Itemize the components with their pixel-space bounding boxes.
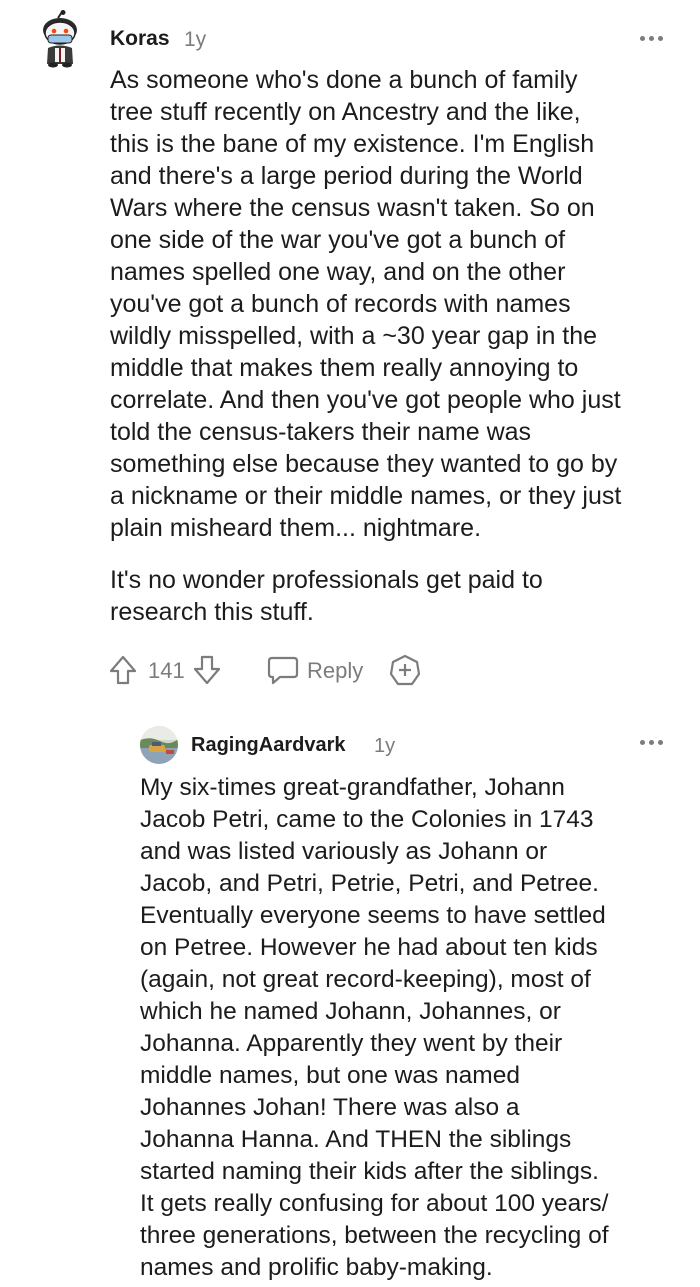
- text-line: Wars where the census wasn't taken. So o…: [110, 194, 595, 222]
- text-line: on Petree. However he had about ten kids: [140, 934, 598, 961]
- text-line: It gets really confusing for about 100 y…: [140, 1190, 609, 1217]
- text-line: names spelled one way, and on the other: [110, 258, 566, 286]
- text-line: Jacob Petri, came to the Colonies in 174…: [140, 806, 594, 833]
- downvote-icon[interactable]: [192, 654, 222, 686]
- snoo-avatar-icon: [43, 10, 77, 68]
- comment-paragraph-2: It's no wonder professionals get paid to…: [110, 564, 543, 628]
- text-line: names and prolific baby-making.: [140, 1254, 493, 1281]
- username[interactable]: Koras: [110, 27, 170, 51]
- avatar-photo-icon: [140, 726, 178, 764]
- text-line: Jacob, and Petri, Petrie, Petri, and Pet…: [140, 870, 599, 897]
- reply-button[interactable]: Reply: [307, 658, 363, 684]
- username[interactable]: RagingAardvark: [191, 734, 346, 757]
- text-line: It's no wonder professionals get paid to: [110, 566, 543, 594]
- award-icon[interactable]: [388, 653, 422, 687]
- comment-paragraph-1: As someone who's done a bunch of family …: [110, 64, 621, 544]
- comment-age: 1y: [374, 735, 396, 757]
- reply-icon[interactable]: [266, 655, 300, 685]
- comment-age: 1y: [184, 28, 207, 51]
- text-line: which he named Johann, Johannes, or: [140, 998, 561, 1025]
- avatar[interactable]: [38, 10, 82, 68]
- text-line: (again, not great record-keeping), most …: [140, 966, 591, 993]
- text-line: wildly misspelled, with a ~30 year gap i…: [110, 322, 598, 350]
- avatar[interactable]: [140, 726, 178, 764]
- text-line: plain misheard them... nightmare.: [110, 514, 482, 542]
- text-line: Johanna. Apparently they went by their: [140, 1030, 563, 1057]
- text-line: correlate. And then you've got people wh…: [110, 386, 621, 414]
- vote-count: 141: [148, 658, 185, 683]
- text-line: a nickname or their middle names, or the…: [110, 482, 622, 510]
- text-line: tree stuff recently on Ancestry and the …: [110, 98, 581, 126]
- text-line: you've got a bunch of records with names: [110, 290, 571, 318]
- text-line: research this stuff.: [110, 598, 314, 626]
- text-line: middle that makes them really annoying t…: [110, 354, 579, 382]
- thread-line[interactable]: [108, 708, 110, 1287]
- text-line: My six-times great-grandfather, Johann: [140, 774, 565, 801]
- upvote-icon[interactable]: [108, 654, 138, 686]
- more-options-icon[interactable]: [640, 33, 666, 43]
- text-line: middle names, but one was named: [140, 1062, 520, 1089]
- text-line: As someone who's done a bunch of family: [110, 66, 578, 94]
- text-line: Johannes Johan! There was also a: [140, 1094, 520, 1121]
- more-options-icon[interactable]: [640, 737, 666, 747]
- text-line: three generations, between the recycling…: [140, 1222, 609, 1249]
- text-line: something else because they wanted to go…: [110, 450, 618, 478]
- text-line: told the census-takers their name was: [110, 418, 532, 446]
- text-line: Eventually everyone seems to have settle…: [140, 902, 606, 929]
- text-line: one side of the war you've got a bunch o…: [110, 226, 566, 254]
- text-line: and there's a large period during the Wo…: [110, 162, 583, 190]
- text-line: this is the bane of my existence. I'm En…: [110, 130, 595, 158]
- text-line: Johanna Hanna. And THEN the siblings: [140, 1126, 572, 1153]
- text-line: and was listed variously as Johann or: [140, 838, 548, 865]
- text-line: started naming their kids after the sibl…: [140, 1158, 599, 1185]
- comment-actions: 141 Reply: [108, 652, 438, 688]
- reply-paragraph-1: My six-times great-grandfather, Johann J…: [140, 772, 609, 1284]
